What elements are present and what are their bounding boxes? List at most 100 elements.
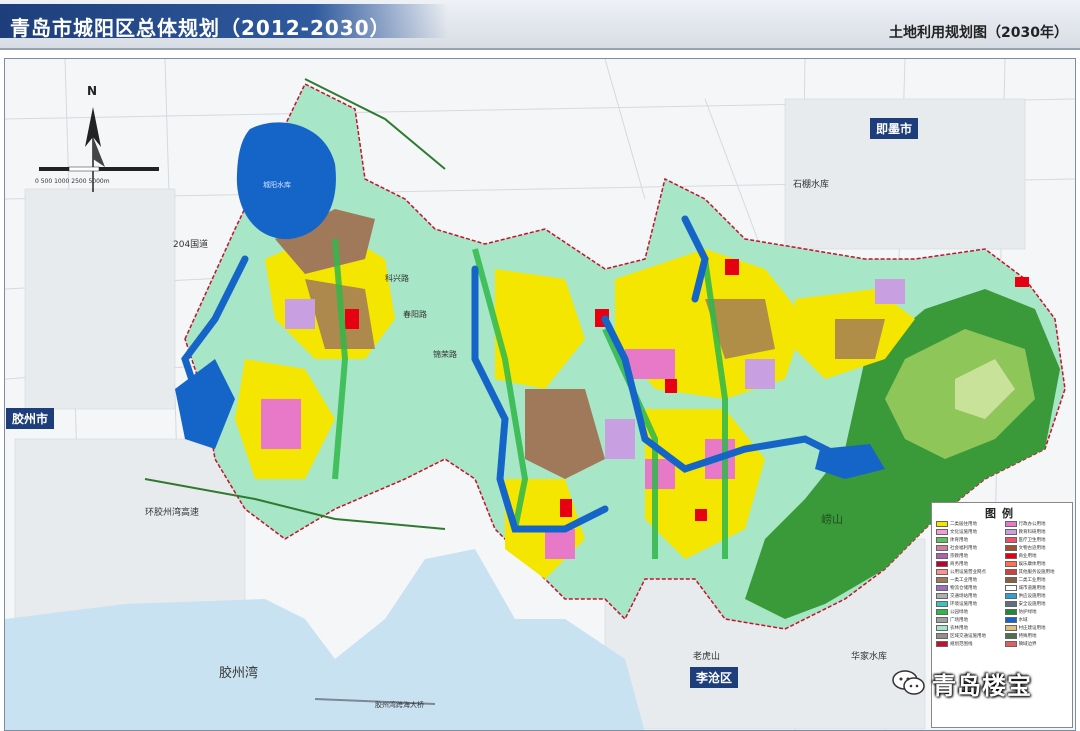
legend-label: 广场用地	[950, 618, 968, 623]
licang-district-label: 李沧区	[690, 667, 739, 688]
reservoir-label: 城阳水库	[263, 180, 291, 189]
legend-item: 一类工业用地	[936, 576, 1002, 584]
legend-swatch	[1004, 537, 1017, 543]
page-title: 青岛市城阳区总体规划（2012-2030）	[10, 16, 391, 40]
legend-item: 镇域边界	[1004, 640, 1071, 648]
legend-item: 社会福利用地	[936, 544, 1002, 552]
legend-label: 体育用地	[950, 538, 968, 543]
legend-swatch	[936, 561, 948, 567]
legend-swatch	[936, 553, 948, 559]
legend-swatch	[936, 593, 948, 599]
legend-swatch	[936, 633, 948, 639]
legend-swatch	[936, 609, 948, 615]
legend-swatch	[1004, 617, 1017, 623]
scale-bar	[39, 166, 159, 172]
legend-item: 物流仓储用地	[936, 584, 1002, 592]
chunyang-road-label: 春阳路	[403, 309, 427, 319]
legend-label: 二类工业用地	[1018, 578, 1046, 583]
watermark-text: 青岛楼宝	[932, 671, 1032, 700]
huajia-reservoir-label: 华家水库	[851, 650, 887, 662]
legend-item: 商业用地	[1004, 552, 1071, 560]
legend-label: 规划范围线	[950, 642, 973, 647]
legend-item: 医疗卫生用地	[1004, 536, 1071, 544]
legend-swatch	[1004, 577, 1017, 583]
jiaozhou-bay-label: 胶州湾	[219, 665, 258, 681]
legend-label: 防护绿地	[1018, 610, 1037, 615]
legend-label: 水域	[1018, 618, 1028, 623]
legend-label: 商业用地	[1018, 554, 1037, 559]
legend-label: 医疗卫生用地	[1018, 538, 1046, 543]
legend-label: 城市道路用地	[1018, 586, 1046, 591]
map-subtitle: 土地利用规划图（2030年）	[889, 25, 1068, 41]
legend-label: 文化设施用地	[950, 530, 977, 535]
legend-swatch	[1004, 625, 1017, 631]
legend-item: 供应设施用地	[1004, 592, 1071, 600]
header-bar: 青岛市城阳区总体规划（2012-2030） 土地利用规划图（2030年）	[0, 0, 1080, 50]
legend-item: 宗教用地	[936, 552, 1002, 560]
legend-item: 村庄建设用地	[1004, 624, 1071, 632]
legend-item: 水域	[1004, 616, 1071, 624]
legend-item: 商务用地	[936, 560, 1002, 568]
land-use-map[interactable]: N 0 500 1000 2500 5000m 科兴路 春阳路 锦荣路 204国…	[4, 58, 1076, 731]
legend-label: 行政办公用地	[1018, 522, 1046, 527]
legend-label: 一类工业用地	[950, 578, 977, 583]
legend-item: 其他服务设施用地	[1004, 568, 1071, 576]
legend-label: 二类居住用地	[950, 522, 977, 527]
legend-item: 区域交通设施用地	[936, 632, 1002, 640]
legend-label: 商务用地	[950, 562, 968, 567]
legend-item: 规划范围线	[936, 640, 1002, 648]
legend-swatch	[1004, 609, 1017, 615]
legend-swatch	[1004, 593, 1017, 599]
legend-item: 环境设施用地	[936, 600, 1002, 608]
legend-label: 区域交通设施用地	[950, 634, 986, 639]
legend-label: 文物古迹用地	[1018, 546, 1046, 551]
legend-label: 供应设施用地	[1018, 594, 1046, 599]
watermark: 青岛楼宝	[892, 664, 1074, 702]
legend-label: 物流仓储用地	[950, 586, 977, 591]
legend-item: 公园绿地	[936, 608, 1002, 616]
legend-swatch	[1004, 529, 1017, 535]
legend-swatch	[936, 585, 948, 591]
laoshan-label: 崂山	[821, 513, 843, 526]
legend-swatch	[936, 569, 948, 575]
legend-swatch	[936, 537, 948, 543]
legend-item: 娱乐康体用地	[1004, 560, 1071, 568]
legend-label: 其他服务设施用地	[1018, 570, 1055, 575]
legend-item: 二类居住用地	[936, 520, 1002, 528]
legend-swatch	[1004, 585, 1017, 591]
legend-swatch	[1004, 569, 1017, 575]
legend-item: 体育用地	[936, 536, 1002, 544]
legend-item: 行政办公用地	[1004, 520, 1071, 528]
legend-item: 城市道路用地	[1004, 584, 1071, 592]
legend-label: 娱乐康体用地	[1018, 562, 1046, 567]
legend-swatch	[936, 529, 948, 535]
compass-letter: N	[87, 84, 97, 98]
legend-label: 农林用地	[950, 626, 968, 631]
legend-swatch	[1004, 553, 1017, 559]
jimo-city-label: 即墨市	[870, 118, 919, 139]
legend-item: 文物古迹用地	[1004, 544, 1071, 552]
scale-label: 0 500 1000 2500 5000m	[35, 178, 110, 185]
legend-item: 文化设施用地	[936, 528, 1002, 536]
legend-swatch	[936, 545, 948, 551]
legend-item: 广场用地	[936, 616, 1002, 624]
legend-swatch	[1004, 601, 1017, 607]
jiaozhou-city-label: 胶州市	[6, 408, 55, 429]
legend-label: 公用设施营业网点	[950, 570, 986, 575]
legend-swatch	[936, 641, 948, 647]
legend-label: 教育科研用地	[1018, 530, 1046, 535]
title-banner: 青岛市城阳区总体规划（2012-2030）	[0, 4, 448, 40]
legend-swatch	[936, 521, 948, 527]
legend-swatch	[936, 617, 948, 623]
legend-label: 公园绿地	[950, 610, 968, 615]
legend-label: 安全设施用地	[1018, 602, 1046, 607]
legend-swatch	[1004, 641, 1017, 647]
legend-item: 农林用地	[936, 624, 1002, 632]
legend-label: 村庄建设用地	[1018, 626, 1046, 631]
legend-title: 图例	[985, 507, 1019, 520]
legend-swatch	[1004, 521, 1017, 527]
legend-label: 特殊用地	[1018, 634, 1037, 639]
legend-swatch	[1004, 633, 1017, 639]
legend-item: 安全设施用地	[1004, 600, 1071, 608]
laohu-mountain-label: 老虎山	[693, 650, 720, 662]
